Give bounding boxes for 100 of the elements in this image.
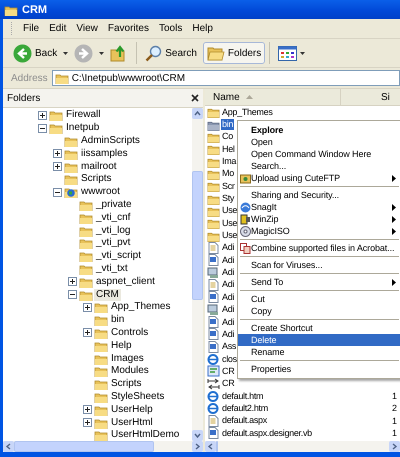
menu-item[interactable]: Send To <box>238 276 400 288</box>
tree-item[interactable]: aspnet_client <box>94 276 157 288</box>
tree-item[interactable]: Firewall <box>64 109 102 122</box>
scroll-right-icon[interactable] <box>389 441 400 452</box>
caret-icon[interactable] <box>99 52 104 54</box>
file-name[interactable]: Use <box>221 218 238 229</box>
collapse-icon[interactable] <box>53 188 62 197</box>
tree-item[interactable]: bin <box>109 314 126 326</box>
file-name[interactable]: default.htm <box>221 390 264 402</box>
tree-item[interactable]: _private <box>94 198 134 211</box>
menu-item[interactable]: View <box>71 23 103 34</box>
expand-icon[interactable] <box>68 277 77 286</box>
file-name[interactable]: bin <box>221 119 234 130</box>
collapse-icon[interactable] <box>38 124 47 133</box>
tree-item[interactable]: _vti_cnf <box>94 212 132 224</box>
menu-item[interactable]: Help <box>187 23 218 34</box>
menu-item[interactable]: Sharing and Security... <box>238 189 400 201</box>
scroll-down-icon[interactable] <box>192 430 203 441</box>
tree-item[interactable]: StyleSheets <box>109 390 166 403</box>
file-name[interactable]: Use <box>221 230 238 242</box>
scroll-up-icon[interactable] <box>192 108 203 119</box>
file-name[interactable]: Adi <box>221 328 236 340</box>
scroll-right-icon[interactable] <box>192 441 203 452</box>
file-name[interactable]: Adi <box>221 279 236 290</box>
tree-item[interactable]: iissamples <box>79 148 130 160</box>
back-button[interactable]: Back <box>9 42 62 64</box>
tree-item[interactable]: Scripts <box>79 173 114 186</box>
vertical-scrollbar[interactable] <box>192 108 203 441</box>
menu-item[interactable]: Open Command Window Here <box>238 148 400 160</box>
search-button[interactable]: Search <box>141 42 201 64</box>
file-name[interactable]: Ass <box>221 341 238 352</box>
file-name[interactable]: Adi <box>221 254 236 266</box>
file-name[interactable]: App_Themes <box>221 106 274 118</box>
tree-item[interactable]: UserHtml <box>109 416 155 429</box>
horizontal-scrollbar[interactable] <box>205 441 400 452</box>
menu-item[interactable]: Edit <box>44 23 72 34</box>
menu-item[interactable]: WinZip <box>238 213 400 225</box>
tree-item[interactable]: _vti_log <box>94 224 132 237</box>
address-field[interactable]: C:\Inetpub\wwwroot\CRM <box>52 70 400 86</box>
menu-item[interactable]: Favorites <box>102 23 154 34</box>
tree-item[interactable]: _vti_pvt <box>94 237 132 250</box>
tree-item[interactable]: AdminScripts <box>79 134 142 147</box>
menu-item[interactable]: Combine supported files in Acrobat... <box>238 242 400 254</box>
expand-icon[interactable] <box>83 328 92 338</box>
menu-item[interactable]: MagicISO <box>238 225 400 237</box>
column-header[interactable]: Si <box>341 89 400 105</box>
horizontal-scrollbar[interactable] <box>3 441 203 452</box>
tree-item[interactable]: _vti_script <box>94 250 144 262</box>
file-name[interactable]: Adi <box>221 242 236 254</box>
tree-item[interactable]: UserHtmlDemo <box>109 429 182 441</box>
caret-icon[interactable] <box>63 52 68 54</box>
folders-button[interactable]: Folders <box>202 42 266 64</box>
expand-icon[interactable] <box>38 110 47 120</box>
file-name[interactable]: clos <box>221 354 238 365</box>
close-icon[interactable] <box>191 94 199 102</box>
menu-item[interactable]: Tools <box>154 23 188 34</box>
file-name[interactable]: Hel <box>221 144 236 155</box>
menu-item[interactable]: Properties <box>238 363 400 375</box>
tree-item[interactable]: App_Themes <box>109 301 172 314</box>
menu-item[interactable]: Scan for Viruses... <box>238 259 400 271</box>
scroll-left-icon[interactable] <box>3 441 14 452</box>
file-name[interactable]: Adi <box>221 292 236 303</box>
file-name[interactable]: Use <box>221 205 238 216</box>
file-name[interactable]: Adi <box>221 304 236 316</box>
file-name[interactable]: Ima <box>221 156 238 168</box>
expand-icon[interactable] <box>83 302 92 312</box>
tree-item[interactable]: _vti_txt <box>94 262 130 275</box>
menu-item[interactable]: Delete <box>238 334 400 346</box>
menu-item[interactable]: SnagIt <box>238 201 400 213</box>
tree-item[interactable]: Inetpub <box>64 122 102 134</box>
tree-item[interactable]: mailroot <box>79 160 119 173</box>
menu-item[interactable]: Copy <box>238 305 400 317</box>
menu-item[interactable]: Create Shortcut <box>238 322 400 334</box>
caret-icon[interactable] <box>300 52 306 54</box>
menu-item[interactable]: File <box>18 23 44 34</box>
menu-item[interactable]: Open <box>238 136 400 148</box>
expand-icon[interactable] <box>83 405 92 414</box>
menu-item[interactable]: Search... <box>238 160 400 172</box>
tree-item[interactable]: Modules <box>109 365 151 378</box>
file-name[interactable]: Scr <box>221 180 236 192</box>
file-name[interactable]: Adi <box>221 267 236 278</box>
file-name[interactable]: default2.htm <box>221 402 269 414</box>
tree-item[interactable]: Scripts <box>109 378 144 390</box>
file-name[interactable]: Mo <box>221 168 235 180</box>
menu-item[interactable]: Upload using CuteFTP <box>238 172 400 184</box>
tree-item[interactable]: CRM <box>94 288 121 301</box>
file-name[interactable]: Adi <box>221 316 236 328</box>
menu-item[interactable]: Rename <box>238 346 400 358</box>
menu-item[interactable]: Cut <box>238 293 400 305</box>
tree-item[interactable]: Controls <box>109 326 150 339</box>
expand-icon[interactable] <box>53 162 62 172</box>
menu-item[interactable]: Explore <box>238 124 400 136</box>
tree-item[interactable]: Help <box>109 340 134 352</box>
tree-item[interactable]: wwwroot <box>79 186 122 198</box>
file-name[interactable]: default.aspx.designer.vb <box>221 428 313 439</box>
tree-item[interactable]: Images <box>109 352 146 365</box>
tree-item[interactable]: UserHelp <box>109 404 155 416</box>
column-header[interactable]: Name <box>205 89 341 105</box>
scroll-left-icon[interactable] <box>205 441 216 452</box>
file-name[interactable]: default.aspx <box>221 415 268 426</box>
